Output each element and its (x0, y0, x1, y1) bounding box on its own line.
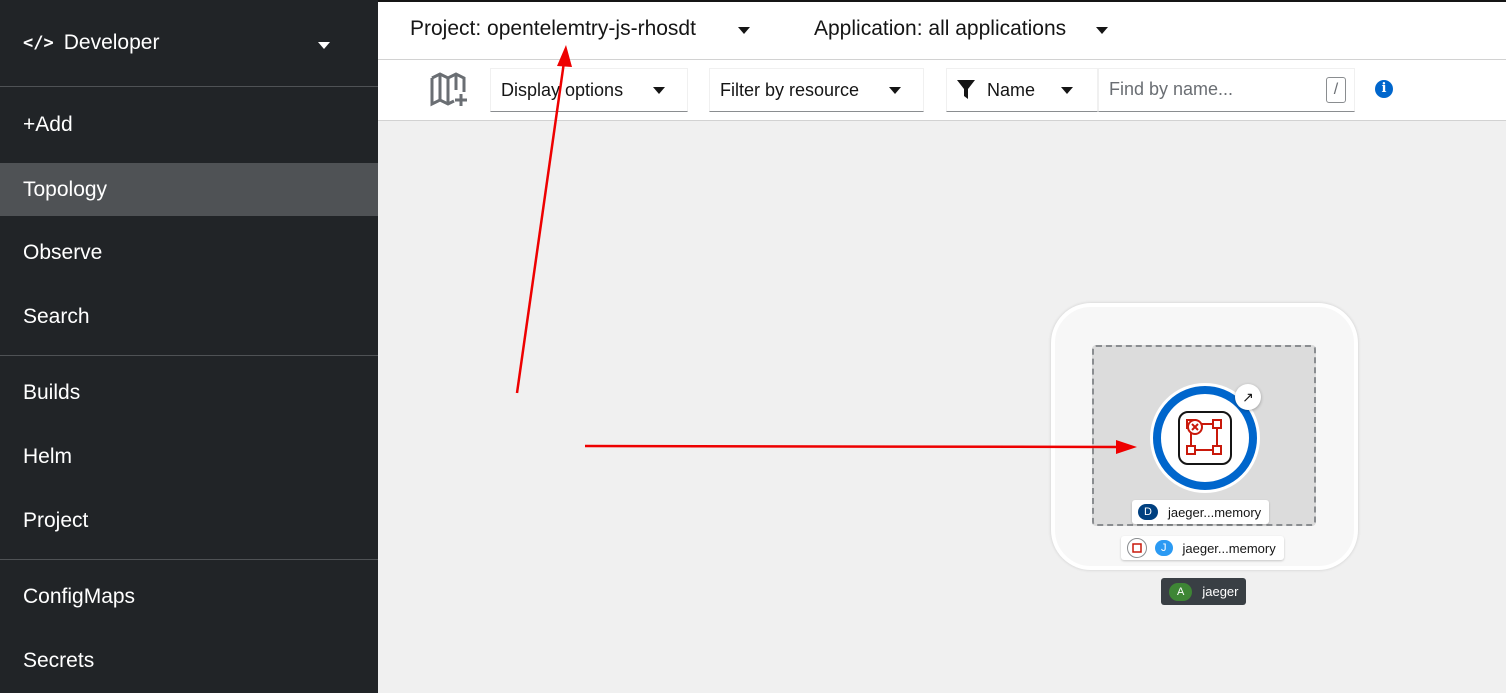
nav-item-secrets[interactable]: Secrets (0, 634, 378, 687)
application-badge: A (1169, 582, 1193, 601)
application-name: jaeger (1202, 584, 1239, 599)
caret-down-icon (653, 87, 665, 94)
jaeger-instance-label[interactable]: J jaeger...memory (1121, 536, 1284, 560)
application-group[interactable]: ↗ D jaeger...memory J jaeger...memory (1051, 303, 1358, 570)
deployment-badge: D (1138, 504, 1158, 520)
jaeger-instance-name: jaeger...memory (1182, 540, 1276, 556)
nav-item-observe[interactable]: Observe (0, 226, 378, 279)
nav-item-configmaps[interactable]: ConfigMaps (0, 570, 378, 623)
nav-item-topology[interactable]: Topology (0, 163, 378, 216)
filter-icon (957, 80, 975, 99)
project-selector[interactable]: Project: opentelemtry-js-rhosdt (410, 17, 696, 41)
topology-toolbar: Display options Filter by resource Name … (378, 60, 1506, 121)
display-options-label: Display options (501, 79, 624, 100)
caret-down-icon (1061, 87, 1073, 94)
jaeger-instance-badge: J (1155, 540, 1173, 556)
filter-type-label: Name (987, 79, 1036, 100)
perspective-label: Developer (63, 31, 160, 54)
nav-divider (0, 559, 378, 560)
info-circle-icon[interactable]: i (1375, 80, 1393, 98)
nav-item-add[interactable]: +Add (0, 98, 378, 151)
application-selector[interactable]: Application: all applications (814, 17, 1066, 41)
topology-canvas[interactable]: ↗ D jaeger...memory J jaeger...memory A … (378, 121, 1506, 693)
caret-down-icon (318, 42, 330, 49)
perspective-switcher[interactable]: </> Developer (0, 0, 378, 87)
application-label[interactable]: A jaeger (1161, 578, 1247, 605)
display-options-dropdown[interactable]: Display options (490, 68, 688, 112)
nav-divider (0, 355, 378, 356)
deployment-label[interactable]: D jaeger...memory (1132, 500, 1270, 524)
search-shortcut-hint: / (1326, 77, 1346, 103)
filter-type-dropdown[interactable]: Name (946, 68, 1098, 112)
nav-item-project[interactable]: Project (0, 494, 378, 547)
jaeger-logo-icon (1186, 419, 1222, 455)
caret-down-icon[interactable] (738, 27, 750, 34)
search-field[interactable]: / (1098, 68, 1355, 112)
nav-item-builds[interactable]: Builds (0, 366, 378, 419)
code-icon: </> (23, 33, 54, 53)
external-link-icon[interactable]: ↗ (1235, 384, 1261, 410)
jaeger-node-icon (1178, 411, 1232, 465)
deployment-name: jaeger...memory (1167, 504, 1262, 520)
filter-by-resource-label: Filter by resource (720, 79, 860, 100)
sidebar: </> Developer +Add Topology Observe Sear… (0, 0, 378, 693)
nav-item-helm[interactable]: Helm (0, 430, 378, 483)
caret-down-icon[interactable] (1096, 27, 1108, 34)
jaeger-mini-icon (1127, 538, 1147, 558)
caret-down-icon (889, 87, 901, 94)
filter-by-resource-dropdown[interactable]: Filter by resource (709, 68, 924, 112)
book-add-icon[interactable] (430, 72, 468, 108)
search-input[interactable] (1099, 69, 1309, 109)
project-bar: Project: opentelemtry-js-rhosdt Applicat… (378, 0, 1506, 60)
nav-item-search[interactable]: Search (0, 290, 378, 343)
